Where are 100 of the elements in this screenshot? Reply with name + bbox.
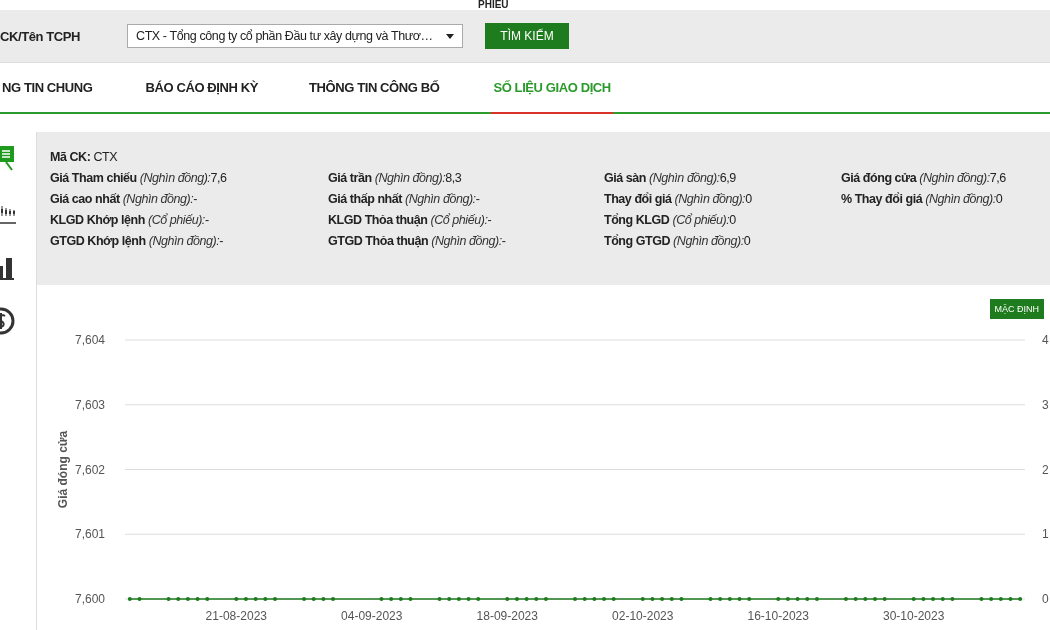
data-point (476, 597, 481, 601)
data-point (708, 597, 713, 601)
data-point (640, 597, 645, 601)
y-axis-label: 7,602 (74, 462, 105, 477)
info-field: KLGD Thỏa thuận (Cổ phiếu):- (328, 213, 604, 227)
data-point (718, 597, 723, 601)
y-axis-label: 7,603 (74, 397, 105, 412)
reset-zoom-button[interactable]: MẶC ĐỊNH (989, 299, 1044, 319)
data-point (940, 597, 945, 601)
data-point (321, 597, 326, 601)
dropdown-caret-icon (446, 33, 454, 39)
y-axis-label: 7,600 (74, 592, 105, 606)
data-point (979, 597, 984, 601)
data-point (989, 597, 994, 601)
data-point (747, 597, 752, 601)
y-axis-title: Giá đóng cửa (56, 430, 70, 509)
data-point (931, 597, 936, 601)
data-point (611, 597, 616, 601)
data-point (814, 597, 819, 601)
data-point (998, 597, 1003, 601)
x-axis-label: 30-10-2023 (883, 609, 945, 623)
data-point (592, 597, 597, 601)
data-point (505, 597, 510, 601)
search-label: CK/Tên TCPH (0, 28, 82, 44)
data-point (447, 597, 452, 601)
info-field: Giá sàn (Nghìn đồng):6,9 (604, 171, 841, 185)
tab[interactable]: THÔNG TIN CÔNG BỐ (307, 63, 442, 114)
data-point (1018, 597, 1023, 601)
y-axis-label: 0 (1042, 592, 1049, 606)
data-point (273, 597, 277, 601)
info-field: KLGD Khớp lệnh (Cổ phiếu):- (50, 213, 328, 227)
data-point (582, 597, 587, 601)
search-button[interactable]: TÌM KIẾM (485, 23, 569, 49)
data-point (466, 597, 471, 601)
tab[interactable]: BÁO CÁO ĐỊNH KỲ (143, 63, 260, 114)
data-point (408, 597, 413, 601)
data-point (921, 597, 926, 601)
data-point (437, 597, 442, 601)
data-point (737, 597, 742, 601)
data-point (398, 597, 403, 601)
data-point (166, 597, 171, 601)
data-point (195, 597, 200, 601)
y-axis-label: 1 (1042, 527, 1049, 542)
data-point (263, 597, 268, 601)
y-axis-label: 2 (1042, 462, 1049, 477)
data-point (389, 597, 394, 601)
data-point (176, 597, 181, 601)
info-field: Tổng KLGD (Cổ phiếu):0 (604, 213, 841, 227)
data-point (331, 597, 336, 601)
company-select[interactable]: CTX - Tổng công ty cổ phần Đầu tư xây dựng và Thươ… (127, 24, 463, 48)
data-point (669, 597, 674, 601)
y-axis-label: 7,604 (74, 333, 105, 347)
y-axis-label: 3 (1042, 397, 1049, 412)
tab[interactable]: SỐ LIỆU GIAO DỊCH (491, 63, 613, 114)
data-point (185, 597, 190, 601)
data-point (514, 597, 519, 601)
info-field: Giá Tham chiếu (Nghìn đồng):7,6 (50, 171, 328, 185)
data-point (524, 597, 529, 601)
info-field: Giá đóng cửa (Nghìn đồng):7,6 (841, 171, 1050, 185)
data-point (882, 597, 887, 601)
x-axis-label: 21-08-2023 (205, 609, 267, 623)
data-point (234, 597, 239, 601)
data-point (679, 597, 684, 601)
x-axis-label: 04-09-2023 (341, 609, 403, 623)
x-axis-label: 18-09-2023 (476, 609, 538, 623)
data-point (873, 597, 877, 601)
y-axis-label: 7,601 (74, 527, 105, 542)
tab[interactable]: NG TIN CHUNG (0, 63, 95, 114)
data-point (205, 597, 210, 601)
x-axis-label: 16-10-2023 (747, 609, 809, 623)
data-point (660, 597, 665, 601)
info-field: Tổng GTGD (Nghìn đồng):0 (604, 234, 841, 248)
data-point (1008, 597, 1013, 601)
data-point (853, 597, 858, 601)
data-point (950, 597, 955, 601)
data-point (311, 597, 316, 601)
data-point (727, 597, 732, 601)
data-point (456, 597, 461, 601)
data-point (776, 597, 781, 601)
data-point (379, 597, 384, 601)
data-point (602, 597, 607, 601)
info-field: Giá cao nhất (Nghìn đồng):- (50, 192, 328, 206)
data-point (534, 597, 539, 601)
data-point (573, 597, 577, 601)
data-point (785, 597, 790, 601)
data-point (243, 597, 248, 601)
data-point (805, 597, 810, 601)
data-point (127, 597, 132, 601)
data-point (911, 597, 916, 601)
y-axis-label: 4 (1042, 333, 1049, 347)
dollar-icon[interactable] (0, 306, 15, 336)
data-point (795, 597, 800, 601)
data-point (302, 597, 307, 601)
info-field: Giá trần (Nghìn đồng):8,3 (328, 171, 604, 185)
info-field: % Thay đổi giá (Nghìn đồng):0 (841, 192, 1050, 206)
data-point (543, 597, 548, 601)
data-point (650, 597, 655, 601)
data-point (843, 597, 848, 601)
info-field: GTGD Thỏa thuận (Nghìn đồng):- (328, 234, 604, 248)
x-axis-label: 02-10-2023 (612, 609, 674, 623)
